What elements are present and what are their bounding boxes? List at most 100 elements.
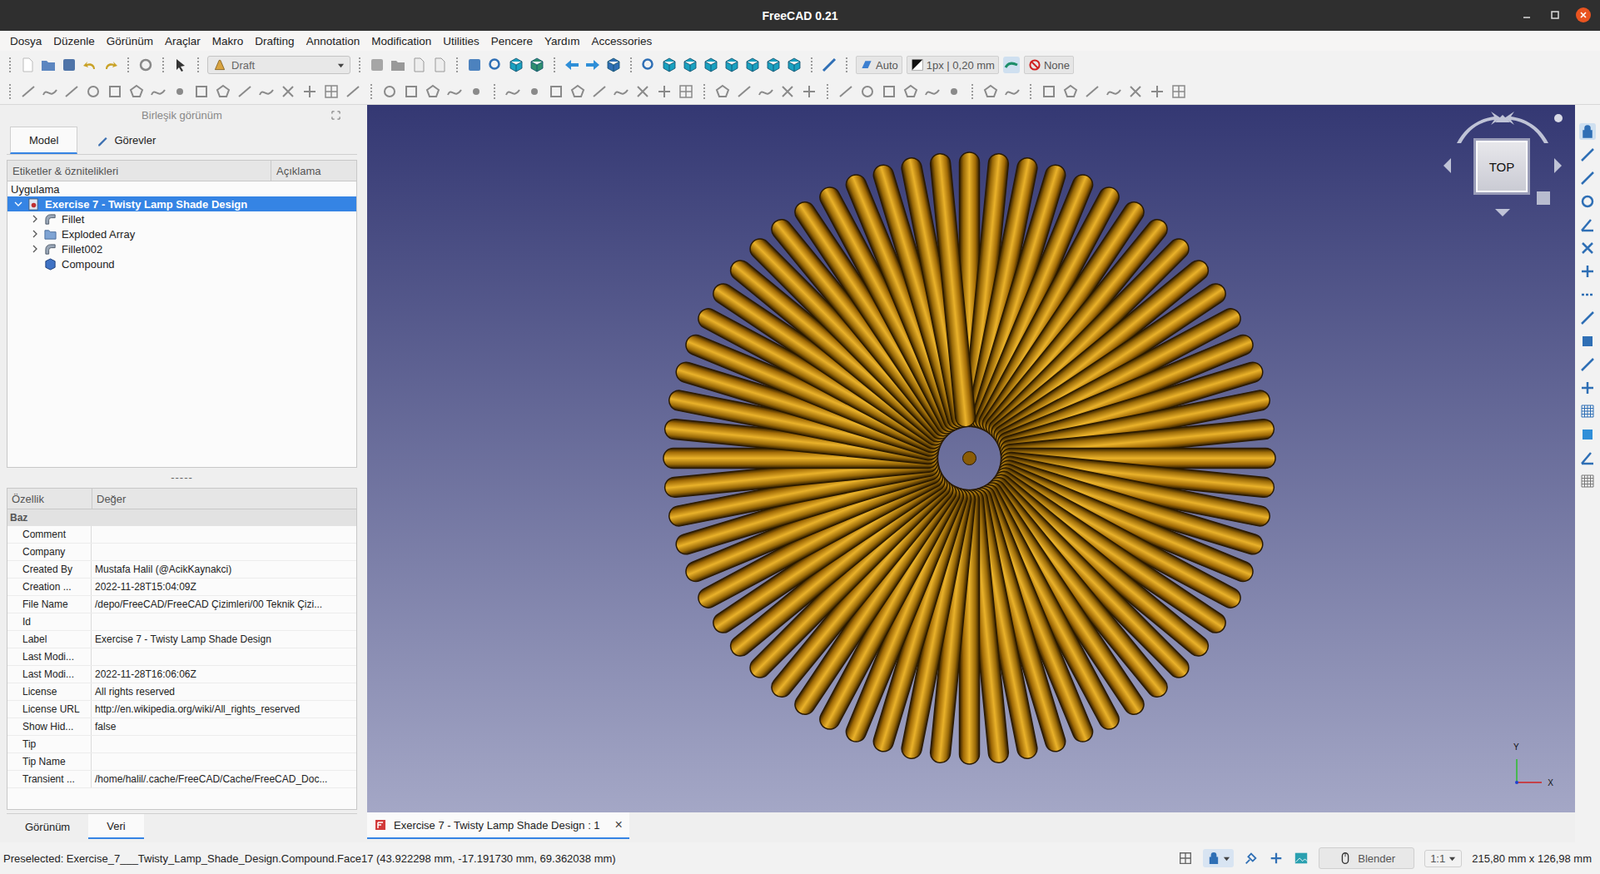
snap-near-icon[interactable] [1579,356,1596,373]
toolbar-grip[interactable] [455,56,459,74]
snap-angle-icon[interactable] [1579,216,1596,234]
save-icon[interactable] [60,56,78,74]
maximize-icon[interactable] [1546,6,1564,24]
draw-style-icon[interactable] [507,56,525,74]
undock-icon[interactable] [331,110,341,120]
zoom-icon[interactable] [640,56,657,74]
snap-extension-icon[interactable] [1579,286,1596,304]
expander-icon[interactable] [30,229,40,239]
snap-grid-icon[interactable] [1579,402,1596,420]
menu-item[interactable]: Utilities [437,33,486,50]
property-row[interactable]: Tip [7,735,357,754]
draft-tool-icon[interactable] [757,83,775,100]
property-value[interactable]: Mustafa Halil (@AcikKaynakci) [91,563,232,576]
property-row[interactable]: Transient .../home/halil/.cache/FreeCAD/… [7,770,357,789]
property-row[interactable]: LabelExercise 7 - Twisty Lamp Shade Desi… [7,631,357,649]
link-icon[interactable] [605,56,622,74]
draft-tool-icon[interactable] [1083,83,1101,100]
snap-center-icon[interactable] [1579,193,1596,210]
measure-icon[interactable] [820,56,838,74]
toolbar-grip[interactable] [126,56,130,74]
right-view-icon[interactable] [723,56,741,74]
panel-splitter[interactable]: ----- [6,471,358,485]
front-view-icon[interactable] [681,56,699,74]
draft-tool-icon[interactable] [655,83,673,100]
bounding-box-icon[interactable] [528,56,546,74]
draft-tool-icon[interactable] [612,83,630,100]
cube-face[interactable]: TOP [1473,138,1531,195]
property-row[interactable]: Created ByMustafa Halil (@AcikKaynakci) [7,561,357,579]
forward-icon[interactable] [584,56,602,74]
toolbar-grip[interactable] [970,83,974,100]
property-value[interactable]: /home/halil/.cache/FreeCAD/Cache/FreeCAD… [91,773,328,786]
snap-icon[interactable] [1243,850,1259,866]
draft-tool-icon[interactable] [902,83,920,100]
toolbar-grip[interactable] [357,56,362,74]
toolbar-grip[interactable] [196,56,200,74]
property-row[interactable]: Comment [7,526,357,544]
grid-icon[interactable] [1177,850,1193,866]
toolbar-grip[interactable] [629,56,633,74]
draft-tool-icon[interactable] [837,83,855,100]
property-row[interactable]: Company [7,543,357,562]
snap-ortho-icon[interactable] [1579,379,1596,397]
menu-item[interactable]: Drafting [248,33,300,50]
draft-tool-icon[interactable] [381,83,398,100]
left-view-icon[interactable] [785,56,803,74]
draft-tool-icon[interactable] [128,83,145,100]
new-document-icon[interactable] [19,56,36,74]
undo-icon[interactable] [81,56,99,74]
macro-run-icon[interactable] [431,56,448,74]
draft-tool-icon[interactable] [569,83,587,100]
3d-view[interactable]: TOPYX [367,104,1576,813]
toolbar-grip[interactable] [161,56,165,74]
draft-tool-icon[interactable] [634,83,651,100]
draft-tool-icon[interactable] [800,83,818,100]
plus-icon[interactable] [1268,850,1284,866]
column-header[interactable]: Açıklama [271,160,321,181]
menu-item[interactable]: Araçlar [159,33,207,50]
draft-tool-icon[interactable] [322,83,340,100]
lamp-shade-model[interactable] [367,104,1576,813]
draft-tool-icon[interactable] [84,83,102,100]
snap-parallel-icon[interactable] [1579,309,1596,327]
workbench-selector[interactable]: Draft [207,55,351,75]
expander-icon[interactable] [14,199,23,209]
tree-row[interactable]: Fillet002 [7,241,357,257]
menu-item[interactable]: Dosya [4,33,48,50]
navigation-style-button[interactable]: Blender [1318,847,1415,870]
draft-tool-icon[interactable] [63,83,80,100]
redo-icon[interactable] [102,56,120,74]
working-plane-icon[interactable] [1579,426,1596,443]
rear-view-icon[interactable] [744,56,761,74]
property-value[interactable]: 2022-11-28T15:04:09Z [91,581,197,593]
snap-midpoint-icon[interactable] [1579,169,1596,187]
snap-intersection-icon[interactable] [1579,239,1596,257]
whats-this-icon[interactable] [172,56,189,74]
toolbar-grip[interactable] [844,56,849,74]
property-row[interactable]: Last Modi... [7,648,357,666]
property-value[interactable]: 2022-11-28T16:06:06Z [91,668,197,681]
image-icon[interactable] [1293,850,1309,866]
draft-tool-icon[interactable] [591,83,608,100]
draft-tool-icon[interactable] [504,83,522,100]
snap-lock-icon[interactable] [1579,123,1596,140]
property-row[interactable]: File Name/depo/FreeCAD/FreeCAD Çizimleri… [7,596,357,614]
property-row[interactable]: Last Modi...2022-11-28T16:06:06Z [7,665,357,684]
menu-item[interactable]: Düzenle [47,33,101,50]
draft-tool-icon[interactable] [1003,83,1021,100]
macro-record-icon[interactable] [368,56,386,74]
toolbar-grip[interactable] [809,56,814,74]
top-view-icon[interactable] [702,56,720,74]
draft-tool-icon[interactable] [677,83,695,100]
draft-tool-icon[interactable] [258,83,275,100]
draft-tool-icon[interactable] [193,83,210,100]
draft-tool-icon[interactable] [467,83,485,100]
menu-item[interactable]: Pencere [485,33,539,50]
menu-item[interactable]: Yardım [538,33,587,50]
annotation-style-button[interactable]: None [1023,55,1074,75]
draft-tool-icon[interactable] [19,83,37,100]
draft-tool-icon[interactable] [526,83,543,100]
draft-tool-icon[interactable] [41,83,59,100]
tree-row[interactable]: Exercise 7 - Twisty Lamp Shade Design [7,196,357,212]
